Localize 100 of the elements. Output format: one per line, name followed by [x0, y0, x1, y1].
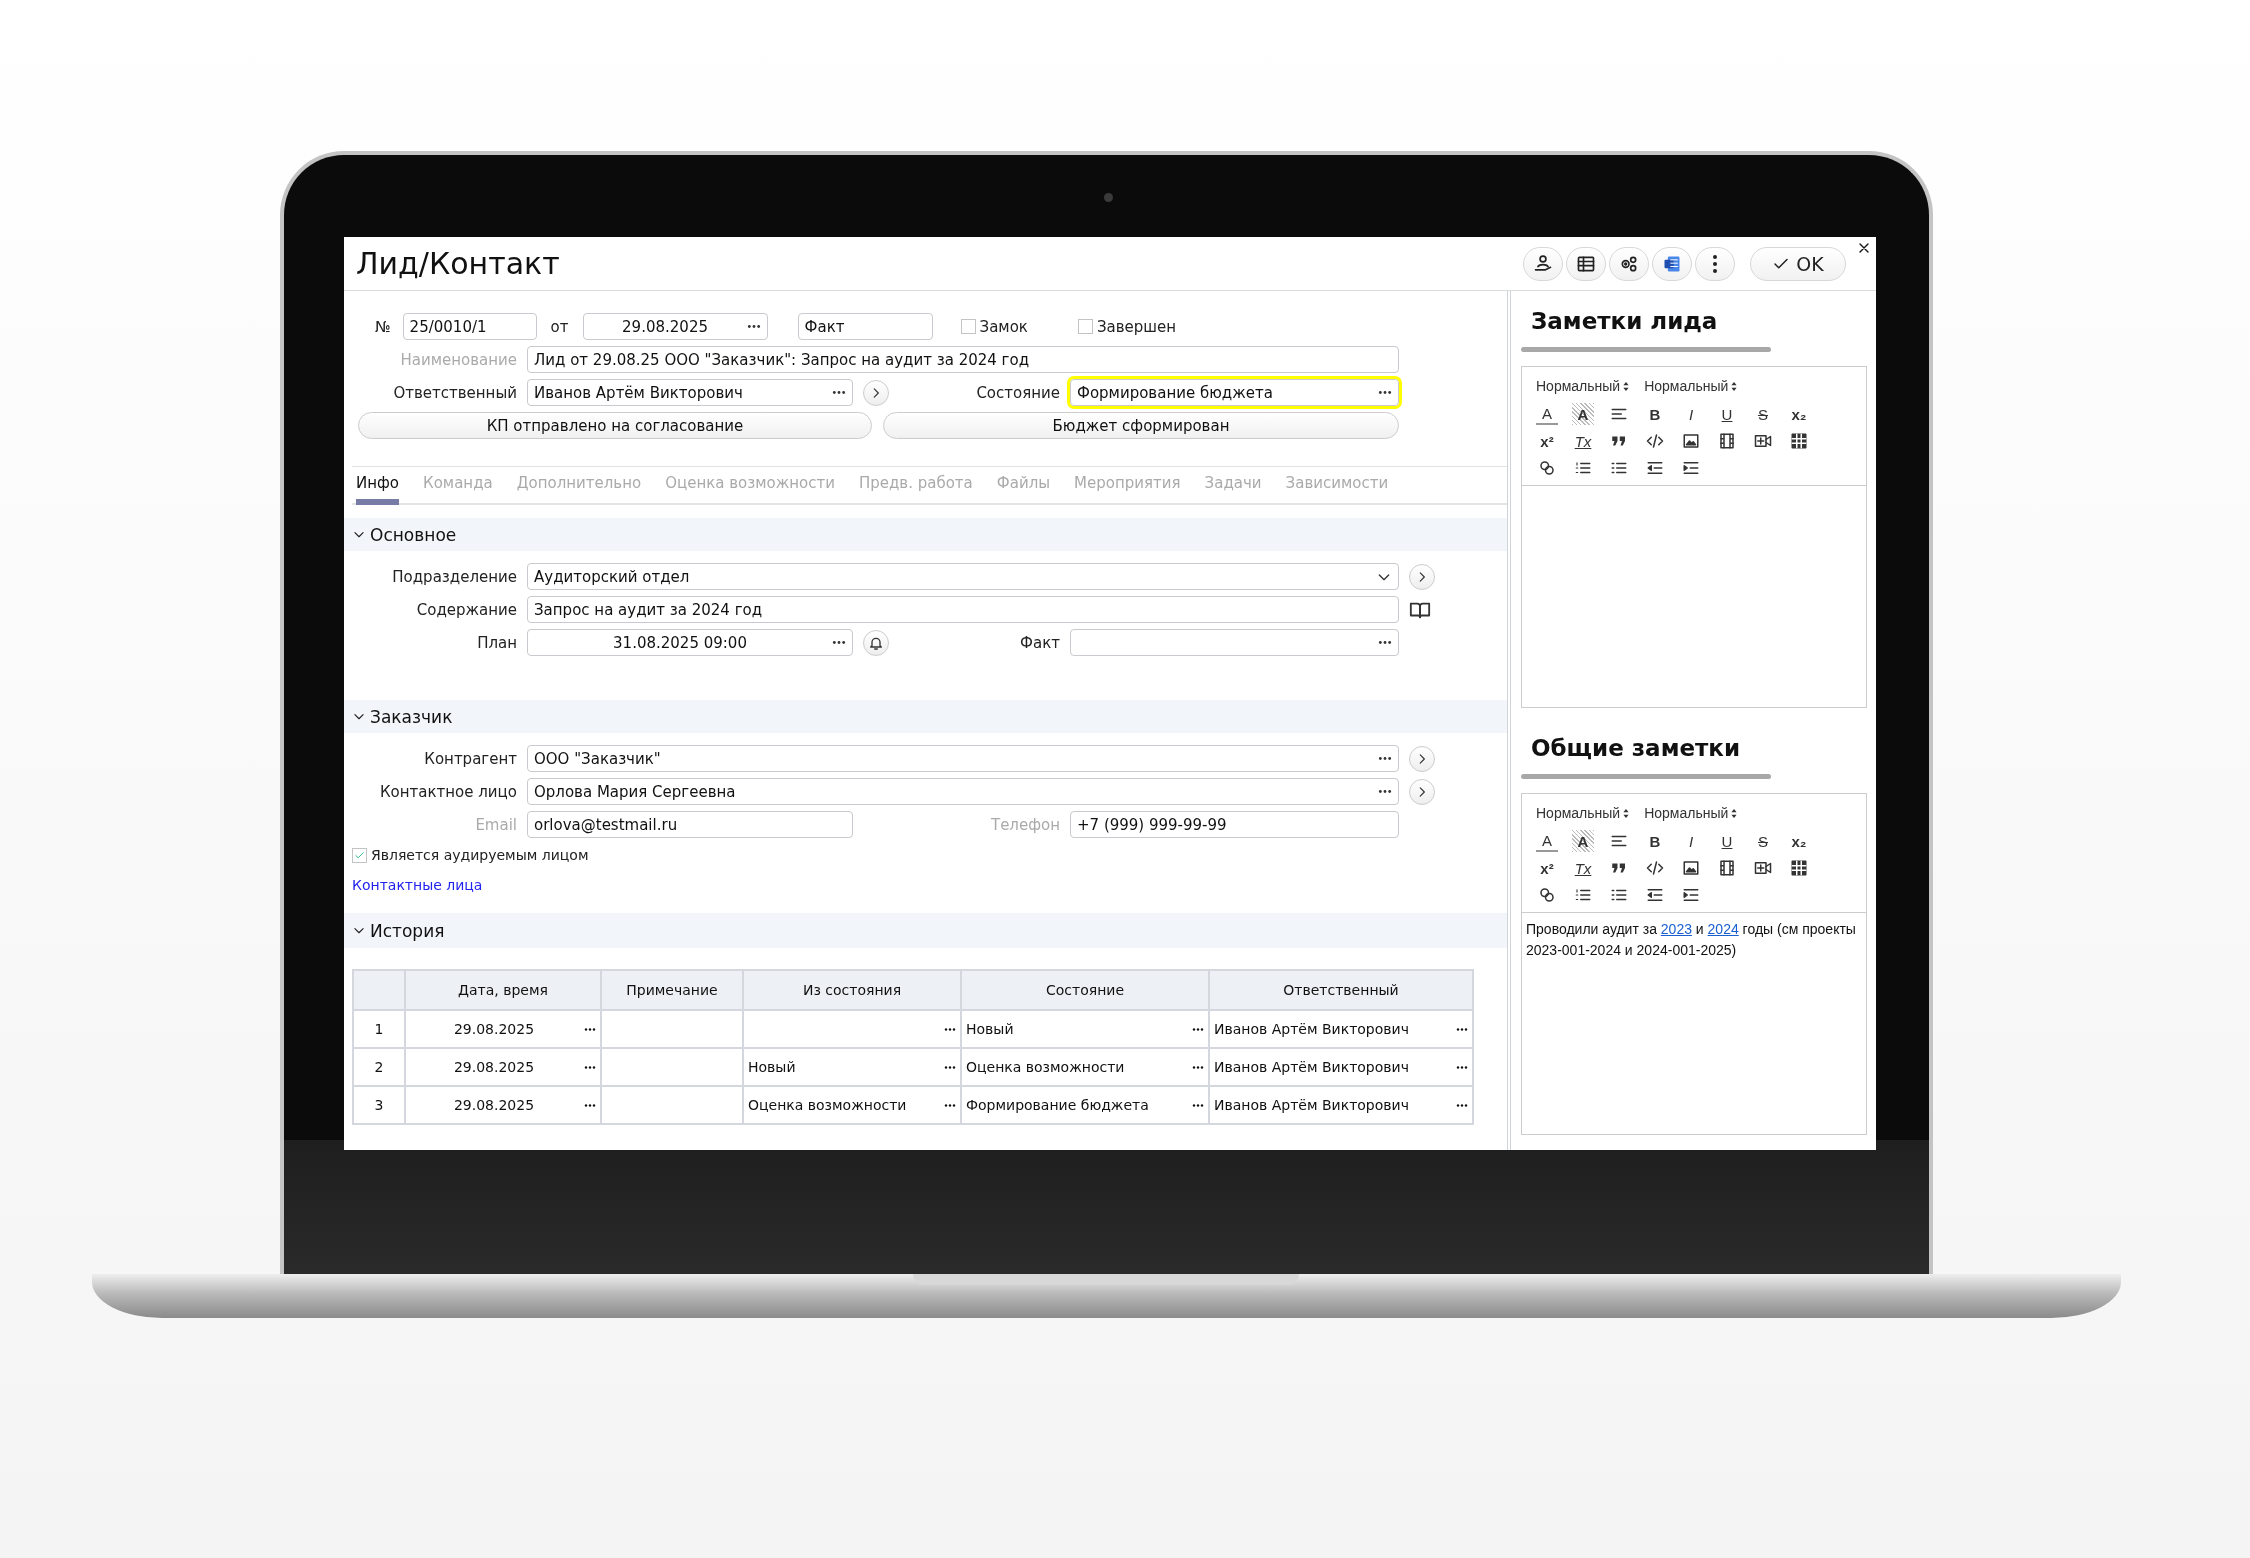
picker-field[interactable]: Формирование бюджета	[1070, 379, 1399, 406]
input-field[interactable]: Факт	[797, 313, 933, 340]
ellipsis-icon	[832, 640, 846, 645]
italic-button[interactable]: I	[1680, 830, 1702, 852]
input-field[interactable]: orlova@testmail.ru	[527, 811, 853, 838]
link[interactable]: 2023	[1660, 921, 1692, 937]
ellipsis-icon	[1456, 1064, 1468, 1070]
open-button[interactable]	[1409, 563, 1435, 590]
field-label: Факт	[1019, 633, 1060, 652]
picker-field[interactable]: ООО "Заказчик"	[527, 745, 1399, 772]
field-label: Содержание	[415, 600, 517, 619]
field-label: План	[476, 633, 517, 652]
input-field[interactable]: Лид от 29.08.25 ООО "Заказчик": Запрос на аудит за 2024 год	[527, 346, 1399, 373]
table-cell: Иванов Артём Викторович	[1209, 1048, 1473, 1086]
superscript-button[interactable]: x²	[1536, 857, 1558, 879]
image-icon	[1682, 432, 1700, 450]
checkbox[interactable]	[352, 847, 367, 863]
ellipsis-icon	[1456, 1102, 1468, 1108]
open-button[interactable]	[1409, 778, 1435, 805]
bold-button[interactable]: B	[1644, 830, 1666, 852]
reminder-button[interactable]	[863, 629, 889, 656]
table-cell: 1	[353, 1010, 405, 1048]
ellipsis-icon	[1378, 640, 1392, 645]
format-select[interactable]: Нормальный	[1536, 378, 1631, 394]
tab[interactable]: Инфо	[356, 467, 400, 505]
field-label: №	[375, 317, 391, 336]
more-button[interactable]	[1695, 246, 1735, 281]
note-text: Проводили аудит за 2023 и 2024 годы (см проекты 2023-001-2024 и 2024-001-2025)	[1525, 920, 1857, 960]
field-label: Наименование	[399, 350, 517, 369]
section-header[interactable]: Основное	[344, 518, 1507, 551]
link[interactable]: Контактные лица	[352, 869, 483, 901]
picker-field[interactable]: Орлова Мария Сергеевна	[527, 778, 1399, 805]
strike-button[interactable]: S	[1752, 403, 1774, 425]
input-field[interactable]: +7 (999) 999-99-99	[1070, 811, 1399, 838]
outdent-icon	[1646, 886, 1664, 904]
underline-button[interactable]: U	[1716, 403, 1738, 425]
table-cell: 3	[353, 1086, 405, 1124]
notes-heading: Общие заметки	[1531, 734, 1742, 763]
clear-format-button[interactable]: Tx	[1572, 857, 1594, 879]
indent-icon	[1682, 886, 1700, 904]
camera-icon	[1104, 193, 1113, 202]
dropdown-field[interactable]: Аудиторский отдел	[527, 563, 1399, 590]
section-header[interactable]: История	[344, 913, 1507, 948]
field-label: Email	[474, 815, 517, 834]
clear-format-button[interactable]: Tx	[1572, 430, 1594, 452]
field-label: Контактное лицо	[378, 782, 517, 801]
input-field[interactable]: 25/0010/1	[402, 313, 537, 340]
open-button[interactable]	[863, 379, 889, 406]
field-label: Подразделение	[391, 567, 517, 586]
checkbox[interactable]	[1077, 319, 1093, 334]
table-cell: 29.08.2025	[405, 1086, 601, 1124]
format-select[interactable]: Нормальный	[1644, 805, 1739, 821]
link-icon	[1538, 886, 1556, 904]
action-button[interactable]: Бюджет сформирован	[883, 412, 1399, 439]
ellipsis-icon	[944, 1026, 956, 1032]
field-label: Состояние	[975, 383, 1060, 402]
table-cell: 2	[353, 1048, 405, 1086]
bold-button[interactable]: B	[1644, 403, 1666, 425]
ellipsis-icon	[1192, 1064, 1204, 1070]
underline-button[interactable]: U	[1716, 830, 1738, 852]
format-select[interactable]: Нормальный	[1536, 805, 1631, 821]
settings-button[interactable]	[1609, 246, 1649, 281]
action-button[interactable]: КП отправлено на согласование	[358, 412, 872, 439]
ellipsis-icon	[1192, 1026, 1204, 1032]
check-icon	[354, 849, 365, 861]
ellipsis-icon	[584, 1026, 596, 1032]
date-field[interactable]: 31.08.2025 09:00	[527, 629, 853, 656]
link[interactable]: 2024	[1707, 921, 1739, 937]
link-icon	[1538, 459, 1556, 477]
table-cell: 29.08.2025	[405, 1010, 601, 1048]
subscript-button[interactable]: x₂	[1788, 830, 1810, 852]
picker-field[interactable]	[1070, 629, 1399, 656]
code-icon	[1646, 859, 1664, 877]
date-field[interactable]: 29.08.2025	[582, 313, 768, 340]
person-icon	[1533, 253, 1553, 274]
picker-field[interactable]: Иванов Артём Викторович	[527, 379, 853, 406]
checkbox[interactable]	[960, 319, 976, 334]
indent-icon	[1682, 459, 1700, 477]
ellipsis-icon	[1378, 390, 1392, 395]
strike-button[interactable]: S	[1752, 830, 1774, 852]
column-header: Состояние	[961, 970, 1209, 1010]
ok-button[interactable]: OK	[1750, 246, 1846, 281]
column-header: Ответственный	[1209, 970, 1473, 1010]
italic-button[interactable]: I	[1680, 403, 1702, 425]
film-icon	[1718, 859, 1736, 877]
column-header: Дата, время	[405, 970, 601, 1010]
superscript-button[interactable]: x²	[1536, 430, 1558, 452]
subscript-button[interactable]: x₂	[1788, 403, 1810, 425]
input-field[interactable]: Запрос на аудит за 2024 год	[527, 596, 1399, 623]
section-header[interactable]: Заказчик	[344, 700, 1507, 733]
text-color-button[interactable]: A	[1536, 403, 1558, 425]
open-button[interactable]	[1409, 745, 1435, 772]
highlight-button[interactable]: A	[1572, 403, 1594, 425]
table-icon	[1790, 432, 1808, 450]
highlight-button[interactable]: A	[1572, 830, 1594, 852]
table-button[interactable]	[1566, 246, 1606, 281]
document-button[interactable]	[1652, 246, 1692, 281]
format-select[interactable]: Нормальный	[1644, 378, 1739, 394]
person-button[interactable]	[1523, 246, 1563, 281]
text-color-button[interactable]: A	[1536, 830, 1558, 852]
